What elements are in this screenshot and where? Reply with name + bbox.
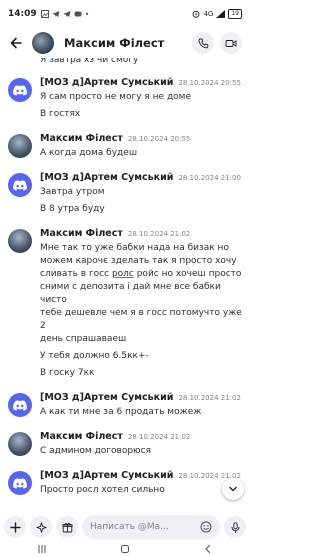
discord-logo-icon <box>13 477 27 489</box>
message-input[interactable]: Написать @Ma... <box>82 515 220 539</box>
chat-title[interactable]: Максим Філест <box>64 36 164 50</box>
author-name[interactable]: [МОЗ д]Артем Сумський <box>40 470 173 481</box>
message-group[interactable]: Максим Філест 28.10.2024 21:02 С админом… <box>0 431 250 458</box>
video-call-button[interactable] <box>220 32 242 54</box>
battery-level: 19 <box>228 9 242 19</box>
network-type: 4G <box>203 10 214 18</box>
message-text: А как ти мне за 6 продать можеж <box>40 407 202 417</box>
discord-logo-icon <box>13 399 27 411</box>
apps-icon <box>35 521 47 533</box>
message-timestamp: 28.10.2024 21:02 <box>127 433 191 441</box>
message-text: У тебя должно 6.5кк+- <box>40 351 149 361</box>
message-input-placeholder: Написать @Ma... <box>90 522 169 532</box>
telegram-icon <box>52 11 60 17</box>
status-bar: 14:09 • 4G 19 <box>0 0 250 28</box>
message-text: день спрашаваеш <box>40 334 127 344</box>
message-timestamp: 28.10.2024 20:55 <box>178 79 241 87</box>
back-button[interactable] <box>8 35 24 51</box>
author-name[interactable]: Максим Філест <box>40 133 123 144</box>
header-avatar[interactable] <box>32 32 54 54</box>
message-group[interactable]: [МОЗ д]Артем Сумський 28.10.2024 21:00 З… <box>0 172 250 216</box>
message-group[interactable]: [МОЗ д]Артем Сумський 28.10.2024 21:02 А… <box>0 392 250 419</box>
message-timestamp: 28.10.2024 21:00 <box>178 174 241 182</box>
microphone-icon <box>231 521 239 533</box>
status-time: 14:09 <box>8 9 37 19</box>
message-text: В гостях <box>40 109 81 119</box>
author-name[interactable]: [МОЗ д]Артем Сумський <box>40 77 173 88</box>
author-name[interactable]: Максим Філест <box>40 228 123 239</box>
status-right: 4G 19 <box>192 9 242 19</box>
author-avatar[interactable] <box>8 393 32 417</box>
author-avatar[interactable] <box>8 78 32 102</box>
chat-header: Максим Філест <box>0 28 250 58</box>
message-text: Завтра утром <box>40 187 105 197</box>
gift-icon <box>61 522 73 532</box>
message-text: можем карочє зделать так я просто хочу <box>40 256 237 266</box>
message-text: сливать в госс ролс ройс но хочеш просто <box>40 268 244 281</box>
voice-call-button[interactable] <box>192 32 214 54</box>
message-text: А когда дома будеш <box>40 148 138 158</box>
author-avatar[interactable] <box>8 134 32 158</box>
message-text-part: ройс но хочеш просто <box>133 269 242 279</box>
more-notifications-icon: • <box>84 9 90 19</box>
message-text: тебе дешевле чем я в госс потомучто уже … <box>40 308 242 331</box>
message-text: сними с депозита і дай мне все бабки чис… <box>40 282 221 305</box>
message-group[interactable]: Максим Філест 28.10.2024 20:55 А когда д… <box>0 133 250 160</box>
message-group[interactable]: [МОЗ д]Артем Сумський 28.10.2024 20:55 Я… <box>0 77 250 121</box>
message-text: В 8 утра буду <box>40 204 105 214</box>
jump-to-latest-button[interactable] <box>222 478 244 500</box>
apps-button[interactable] <box>30 516 52 538</box>
back-nav-icon[interactable] <box>203 544 213 554</box>
author-name[interactable]: Максим Філест <box>40 431 123 442</box>
author-avatar[interactable] <box>8 432 32 456</box>
message-text: В госку 7кк <box>40 368 95 378</box>
message-timestamp: 28.10.2024 21:02 <box>127 230 191 238</box>
message-list[interactable]: Я завтра хз чи смогу [МОЗ д]Артем Сумськ… <box>0 58 250 510</box>
message-continuation: Я завтра хз чи смогу <box>40 58 139 65</box>
author-name[interactable]: [МОЗ д]Артем Сумський <box>40 172 173 183</box>
message-text: Мне так то уже бабки нада на бизак но <box>40 243 229 253</box>
telegram-icon <box>63 11 71 17</box>
arrow-left-icon <box>10 37 22 49</box>
message-timestamp: 28.10.2024 20:55 <box>127 135 191 143</box>
spellcheck-word[interactable]: ролс <box>112 269 134 279</box>
home-icon[interactable] <box>120 544 130 554</box>
message-text: Просто росл хотел сильно <box>40 485 165 495</box>
message-text: С админом договорюся <box>40 446 151 456</box>
signal-icon <box>216 10 226 18</box>
message-composer: Написать @Ma... <box>0 512 250 542</box>
author-avatar[interactable] <box>8 471 32 495</box>
gift-button[interactable] <box>56 516 78 538</box>
alarm-icon <box>193 10 200 18</box>
discord-logo-icon <box>13 179 27 191</box>
status-notification-icons: • <box>40 9 90 19</box>
voice-message-button[interactable] <box>224 516 246 538</box>
plus-icon <box>9 521 21 533</box>
video-camera-icon <box>225 39 237 47</box>
chevron-down-icon <box>229 486 237 492</box>
message-group[interactable]: [МОЗ д]Артем Сумський 28.10.2024 21:02 П… <box>0 470 250 497</box>
phone-icon <box>198 38 208 48</box>
message-timestamp: 28.10.2024 21:02 <box>178 394 241 402</box>
image-icon <box>40 10 49 18</box>
discord-logo-icon <box>13 84 27 96</box>
author-avatar[interactable] <box>8 229 32 253</box>
discord-icon <box>74 11 82 17</box>
system-nav-bar <box>0 542 250 556</box>
header-actions <box>192 32 242 54</box>
message-text-part: сливать в госс <box>40 269 112 279</box>
author-avatar[interactable] <box>8 173 32 197</box>
author-name[interactable]: [МОЗ д]Артем Сумський <box>40 392 173 403</box>
recent-apps-icon[interactable] <box>37 544 47 554</box>
message-group[interactable]: Максим Філест 28.10.2024 21:02 Мне так т… <box>0 228 250 380</box>
add-attachment-button[interactable] <box>4 516 26 538</box>
emoji-icon[interactable] <box>200 521 212 533</box>
message-text: Я сам просто не могу я не доме <box>40 92 191 102</box>
